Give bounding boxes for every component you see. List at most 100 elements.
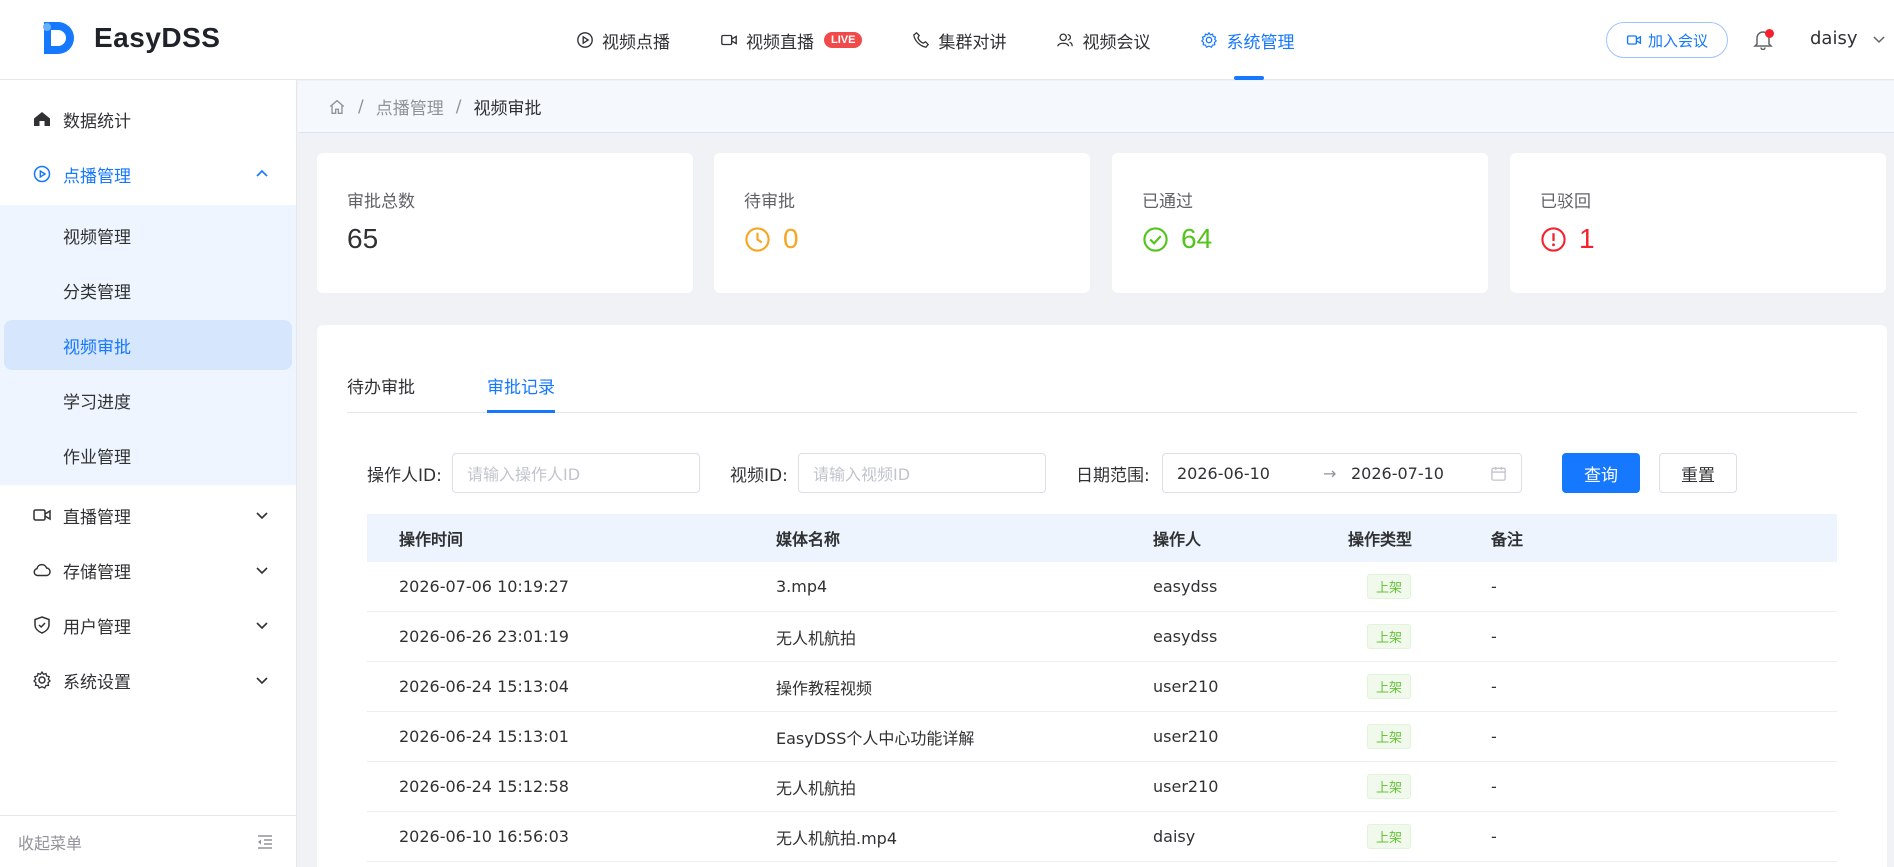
approval-records-table: 操作时间 媒体名称 操作人 操作类型 备注 2026-07-06 10:19:2… [367,514,1837,862]
stat-value: 0 [783,223,799,254]
cell-operator: easydss [1153,627,1218,646]
chevron-down-icon [256,622,268,630]
tab-pending-approval[interactable]: 待办审批 [347,373,415,413]
cell-media: EasyDSS个人中心功能详解 [776,728,975,748]
join-meeting-label: 加入会议 [1647,31,1708,50]
approval-panel: 待办审批 审批记录 操作人ID: 请输入操作人ID 视频ID: 请输入视频ID … [317,325,1887,867]
sidebar: 数据统计 点播管理 视频管理 分类管理 视频审批 学习进度 作业管理 直播管理 … [0,80,297,867]
easydss-logo-icon [43,22,74,54]
operator-id-input[interactable]: 请输入操作人ID [452,453,700,493]
sidebar-subitem-video-management[interactable]: 视频管理 [4,210,292,260]
sidebar-subitem-homework-management[interactable]: 作业管理 [4,430,292,480]
calendar-icon [1491,466,1506,481]
home-icon [34,112,50,126]
join-meeting-button[interactable]: 加入会议 [1606,22,1728,58]
chevron-down-icon [256,512,268,520]
cell-media: 3.mp4 [776,577,828,596]
query-button[interactable]: 查询 [1562,453,1640,493]
sidebar-subitem-label: 学习进度 [63,392,131,413]
reset-button[interactable]: 重置 [1659,453,1737,493]
cell-note: - [1491,677,1497,696]
nav-system-admin[interactable]: 系统管理 [1200,0,1294,80]
stat-value-row: 0 [744,223,799,255]
cell-operator: easydss [1153,577,1218,596]
user-menu[interactable]: daisy [1810,28,1886,49]
chevron-down-icon [256,567,268,575]
exclamation-circle-icon [1541,226,1566,252]
sidebar-subitem-learning-progress[interactable]: 学习进度 [4,375,292,425]
date-range-arrow: → [1323,463,1337,483]
collapse-menu-button[interactable]: 收起菜单 [0,815,296,867]
table-row: 2026-06-24 15:13:01 EasyDSS个人中心功能详解 user… [367,712,1837,762]
type-tag: 上架 [1367,624,1412,649]
date-end[interactable]: 2026-07-10 [1351,464,1444,483]
play-circle-icon [33,165,51,183]
stat-value-row: 65 [347,223,378,255]
gear-icon [1201,31,1218,48]
sidebar-item-storage-management[interactable]: 存储管理 [0,543,297,597]
menu-fold-icon [258,834,272,849]
breadcrumb: / 点播管理 / 视频审批 [298,81,1894,133]
stat-label: 已通过 [1142,192,1193,212]
stat-card-approved: 已通过 64 [1112,153,1488,293]
cell-operator: daisy [1153,827,1196,846]
cell-media: 无人机航拍 [776,778,857,798]
username: daisy [1810,28,1858,49]
collapse-menu-label: 收起菜单 [18,833,83,853]
video-id-placeholder: 请输入视频ID [813,465,911,484]
stat-label: 待审批 [744,192,795,212]
top-nav: 视频点播 视频直播 LIVE 集群对讲 视频会议 系统管理 [576,0,1344,80]
video-camera-icon [721,34,737,46]
stat-label: 审批总数 [347,192,415,212]
table-row: 2026-06-24 15:13:04 操作教程视频 user210 上架 - [367,662,1837,712]
date-start[interactable]: 2026-06-10 [1177,464,1270,483]
sidebar-item-label: 数据统计 [63,111,131,132]
operator-id-label: 操作人ID: [367,466,442,486]
video-id-input[interactable]: 请输入视频ID [798,453,1046,493]
stat-card-pending: 待审批 0 [714,153,1090,293]
cell-note: - [1491,827,1497,846]
date-range-picker[interactable]: 2026-06-10 → 2026-07-10 [1162,453,1522,493]
tab-approval-records[interactable]: 审批记录 [487,373,555,413]
nav-video-meeting[interactable]: 视频会议 [1056,0,1150,80]
gear-icon [33,670,51,689]
tab-bar: 待办审批 审批记录 [347,325,1857,413]
column-header-operator: 操作人 [1153,530,1202,549]
sidebar-subitem-video-approval[interactable]: 视频审批 [4,320,292,370]
sidebar-item-data-stats[interactable]: 数据统计 [0,92,297,146]
nav-video-vod[interactable]: 视频点播 [576,0,670,80]
cloud-icon [33,563,51,577]
stat-label: 已驳回 [1540,192,1591,212]
sidebar-item-label: 直播管理 [63,507,131,528]
nav-label: 视频点播 [602,32,670,53]
nav-video-live[interactable]: 视频直播 LIVE [720,0,863,80]
stat-value: 1 [1579,223,1595,254]
sidebar-item-vod-management[interactable]: 点播管理 [0,147,297,201]
sidebar-item-system-settings[interactable]: 系统设置 [0,653,297,707]
type-tag: 上架 [1367,774,1412,799]
check-circle-icon [1143,226,1168,252]
logo[interactable]: EasyDSS [38,18,220,58]
sidebar-item-live-management[interactable]: 直播管理 [0,488,297,542]
video-id-label: 视频ID: [730,466,788,486]
video-camera-icon [1626,35,1642,45]
table-row: 2026-07-06 10:19:27 3.mp4 easydss 上架 - [367,562,1837,612]
home-icon[interactable] [328,98,346,116]
type-tag: 上架 [1367,574,1412,599]
cell-time: 2026-06-24 15:13:04 [399,677,569,696]
cell-time: 2026-06-26 23:01:19 [399,627,569,646]
users-icon [1057,33,1074,47]
breadcrumb-parent[interactable]: 点播管理 [376,94,444,119]
top-header: EasyDSS 视频点播 视频直播 LIVE 集群对讲 视频会议 系统管理 加入… [0,0,1894,80]
sidebar-subitem-category-management[interactable]: 分类管理 [4,265,292,315]
sidebar-item-user-management[interactable]: 用户管理 [0,598,297,652]
sidebar-item-label: 存储管理 [63,562,131,583]
cell-time: 2026-06-24 15:13:01 [399,727,569,746]
stat-value-row: 1 [1540,223,1595,255]
phone-icon [913,31,930,48]
date-range-label: 日期范围: [1076,466,1150,486]
cell-media: 无人机航拍.mp4 [776,828,898,848]
nav-label: 集群对讲 [938,32,1007,53]
column-header-note: 备注 [1491,530,1524,549]
nav-cluster-talk[interactable]: 集群对讲 [912,0,1006,80]
